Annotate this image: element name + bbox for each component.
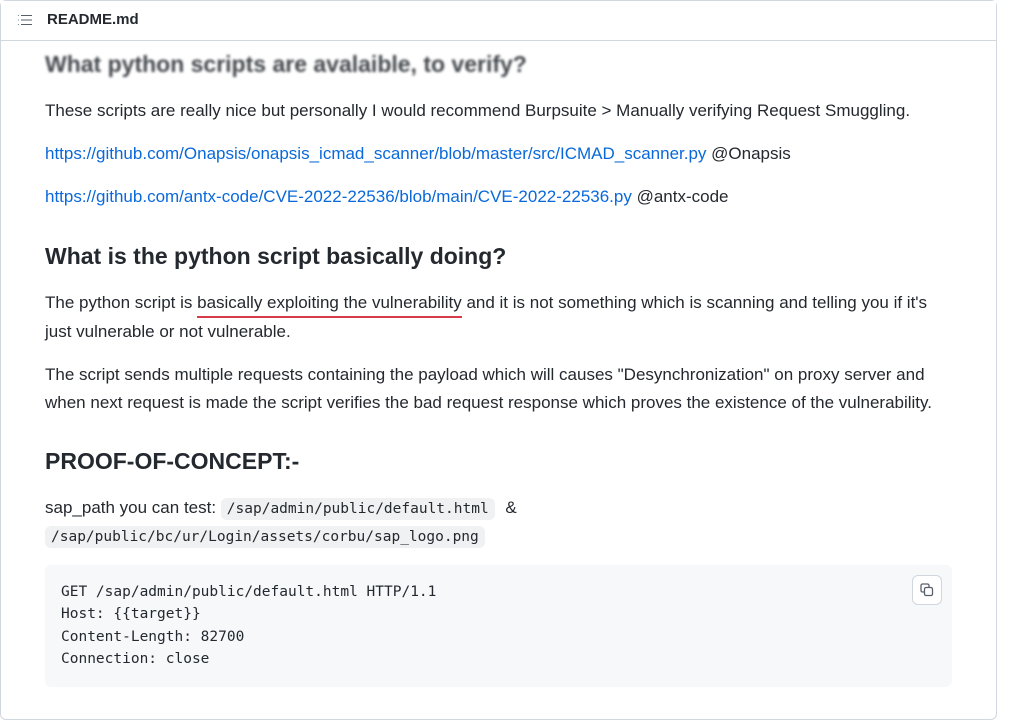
- python-script-paragraph-1: The python script is basically exploitin…: [45, 289, 952, 345]
- code-block-content: GET /sap/admin/public/default.html HTTP/…: [61, 581, 936, 671]
- markdown-body: What python scripts are avalaible, to ve…: [1, 41, 996, 719]
- truncated-heading: What python scripts are avalaible, to ve…: [45, 41, 952, 82]
- python-script-paragraph-2: The script sends multiple requests conta…: [45, 361, 952, 415]
- code-block: GET /sap/admin/public/default.html HTTP/…: [45, 565, 952, 687]
- copy-button[interactable]: [912, 575, 942, 605]
- sap-path-line: sap_path you can test: /sap/admin/public…: [45, 494, 952, 548]
- scanner-link-1-line: https://github.com/Onapsis/onapsis_icmad…: [45, 140, 952, 167]
- sap-path-code-2: /sap/public/bc/ur/Login/assets/corbu/sap…: [45, 526, 485, 548]
- section-heading-python-script: What is the python script basically doin…: [45, 239, 952, 274]
- readme-container: README.md What python scripts are avalai…: [0, 0, 997, 720]
- list-icon[interactable]: [17, 12, 33, 28]
- ampersand: &: [501, 498, 517, 517]
- scanner-link-2-attribution: @antx-code: [632, 187, 729, 206]
- file-header: README.md: [1, 1, 996, 41]
- scanner-link-1[interactable]: https://github.com/Onapsis/onapsis_icmad…: [45, 144, 706, 163]
- scanner-link-2[interactable]: https://github.com/antx-code/CVE-2022-22…: [45, 187, 632, 206]
- p1-pre: The python script is: [45, 293, 197, 312]
- p1-underlined: basically exploiting the vulnerability: [197, 289, 462, 318]
- section-heading-poc: PROOF-OF-CONCEPT:-: [45, 444, 952, 479]
- scanner-link-2-line: https://github.com/antx-code/CVE-2022-22…: [45, 183, 952, 210]
- sap-path-code-1: /sap/admin/public/default.html: [221, 498, 495, 520]
- sap-path-pre: sap_path you can test:: [45, 498, 221, 517]
- scanner-link-1-attribution: @Onapsis: [706, 144, 790, 163]
- intro-paragraph: These scripts are really nice but person…: [45, 97, 952, 124]
- file-name: README.md: [47, 9, 139, 32]
